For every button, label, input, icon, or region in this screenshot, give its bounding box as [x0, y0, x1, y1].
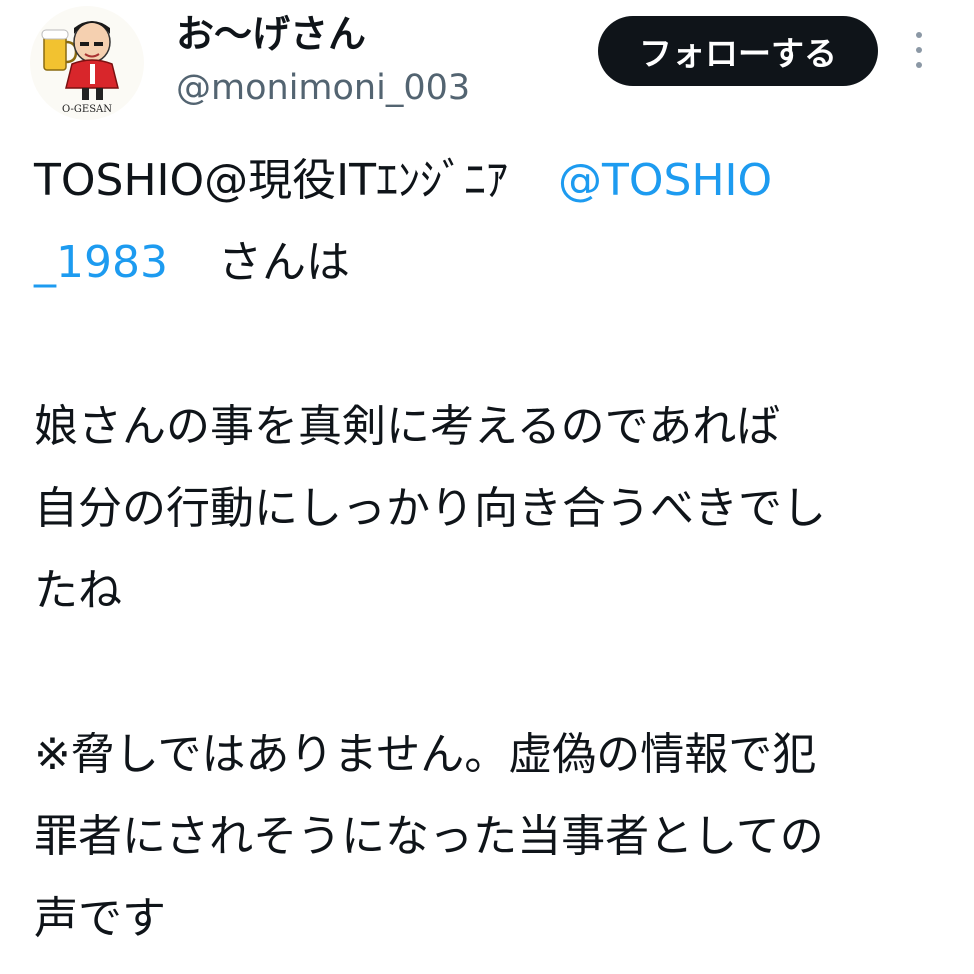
tweet-line: 娘さんの事を真剣に考えるのであれば [34, 401, 781, 452]
avatar-illustration [41, 21, 119, 100]
avatar-caption: O-GESAN [61, 104, 113, 115]
paragraph-break [34, 632, 934, 714]
tweet-line: ※脅しではありません。虚偽の情報で犯 [34, 729, 817, 780]
tweet-view: O-GESAN お〜げさん @monimoni_003 フォローする TOSHI… [0, 0, 974, 974]
tweet-text-fragment: さんは [217, 237, 350, 288]
tweet-line: 罪者にされそうになった当事者としての [34, 811, 824, 862]
tweet-line: TOSHIO@現役ITｴﾝｼﾞﾆｱ @TOSHIO [34, 140, 934, 222]
tweet-line: 自分の行動にしっかり向き合うべきでし [34, 483, 826, 534]
mention-link-continued[interactable]: _1983 [34, 237, 168, 288]
tweet-line: 声です [34, 893, 166, 944]
user-handle[interactable]: @monimoni_003 [176, 64, 470, 112]
follow-button[interactable]: フォローする [598, 16, 878, 86]
avatar[interactable]: O-GESAN [30, 6, 144, 120]
tweet-line: たね [34, 565, 122, 616]
paragraph-break [34, 304, 934, 386]
tweet-text: TOSHIO@現役ITｴﾝｼﾞﾆｱ @TOSHIO _1983 さんは 娘さんの事を… [34, 140, 934, 960]
mention-link[interactable]: @TOSHIO [558, 155, 772, 206]
tweet-line: _1983 さんは [34, 222, 934, 304]
more-vertical-icon[interactable] [904, 30, 934, 70]
quoted-user-name: TOSHIO@現役ITｴﾝｼﾞﾆｱ [34, 155, 508, 206]
display-name[interactable]: お〜げさん [176, 10, 366, 58]
